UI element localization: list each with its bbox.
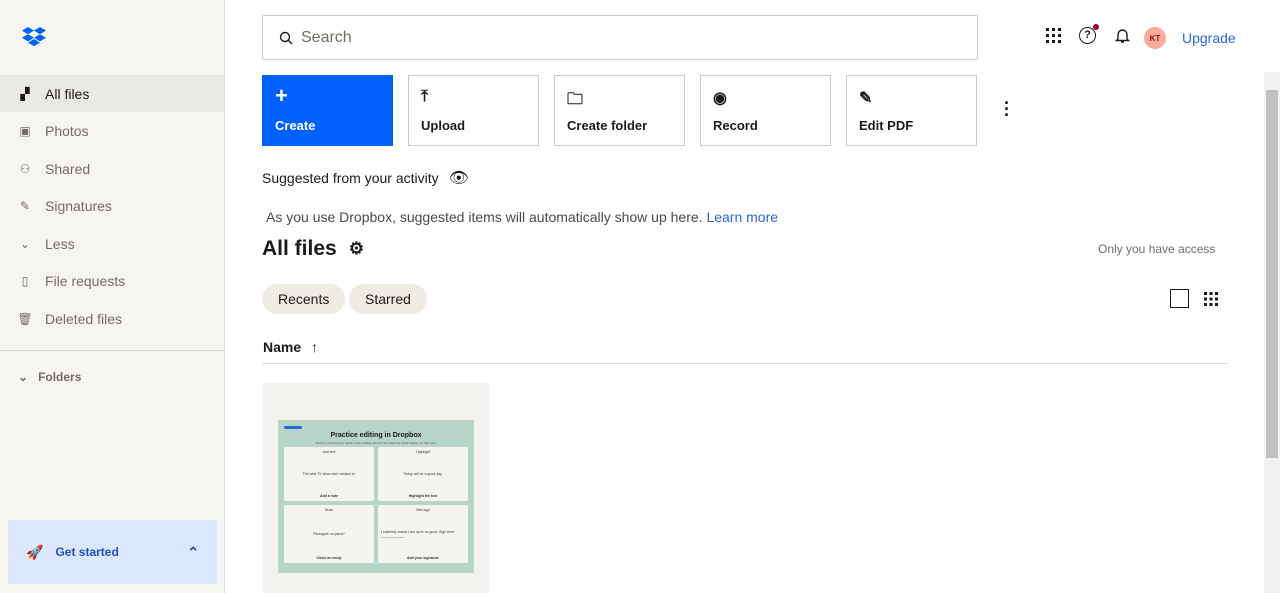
sidebar-item-all-files[interactable]: ▞ All files xyxy=(0,75,224,112)
suggested-title: Suggested from your activity xyxy=(262,170,439,186)
preview-cell: Highlight Today will be a good day. Highli… xyxy=(378,447,468,501)
preview-cell: Draw Pineapple on pizza? Circle an emoji xyxy=(284,505,374,563)
all-files-icon: ▞ xyxy=(20,86,30,101)
preview-cell: Add text The best TV show ever created is… xyxy=(284,447,374,501)
edit-pdf-button[interactable]: ✎ Edit PDF xyxy=(846,75,977,146)
record-button[interactable]: ◉ Record xyxy=(700,75,831,146)
cell-footer: Add your signature xyxy=(406,556,440,560)
sidebar: ▞ All files ▣ Photos ⚇ Shared ✎ Signatures ⌄… xyxy=(0,0,225,593)
photo-icon: ▣ xyxy=(19,123,31,138)
cell-tag: Draw xyxy=(324,508,334,512)
search-bar[interactable] xyxy=(262,15,978,60)
rocket-icon: 🚀 xyxy=(26,543,44,560)
bell-icon[interactable] xyxy=(1115,28,1130,44)
sidebar-item-label: All files xyxy=(45,85,90,102)
suggested-text: As you use Dropbox, suggested items will… xyxy=(266,209,703,225)
upgrade-link[interactable]: Upgrade xyxy=(1182,30,1236,46)
more-options-icon[interactable]: · · · xyxy=(1002,94,1012,124)
folders-label: Folders xyxy=(38,370,82,384)
sidebar-item-deleted-files[interactable]: 🗑 Deleted files xyxy=(0,300,224,337)
cell-tag: Highlight xyxy=(416,450,430,454)
chevron-down-icon: ⌄ xyxy=(19,236,31,251)
cell-text: I solemnly swear I am up to no good. Sig… xyxy=(381,530,456,538)
cell-tag: Add text xyxy=(322,450,336,454)
chevron-up-icon: ⌃ xyxy=(187,543,199,560)
tab-starred[interactable]: Starred xyxy=(349,284,427,314)
sidebar-item-label: Signatures xyxy=(45,197,112,214)
create-folder-button[interactable]: 🗀 Create folder xyxy=(554,75,685,146)
suggested-header: Suggested from your activity 👁 xyxy=(262,168,469,188)
tab-recents[interactable]: Recents xyxy=(262,284,346,314)
file-request-icon: ▯ xyxy=(21,273,29,288)
trash-icon: 🗑 xyxy=(17,311,33,326)
suggested-message: As you use Dropbox, suggested items will… xyxy=(266,209,778,225)
preview-cell: Self-sign I solemnly swear I am up to no … xyxy=(378,505,468,563)
file-thumbnail: Practice editing in Dropbox Start by cho… xyxy=(278,420,474,573)
preview-subtitle: Start by choosing any option in the tool… xyxy=(315,441,437,445)
upload-button[interactable]: ⤒ Upload xyxy=(408,75,539,146)
cell-text: Today will be a good day. xyxy=(403,472,443,476)
page-title: All files ⚙ xyxy=(262,237,364,261)
cell-text: The best TV show ever created is: xyxy=(302,472,356,476)
cell-footer: Circle an emoji xyxy=(316,556,342,560)
search-input[interactable] xyxy=(301,28,901,47)
notification-dot xyxy=(1093,24,1099,30)
app-grid-icon[interactable] xyxy=(1046,28,1061,43)
cell-text: Pineapple on pizza? xyxy=(313,532,345,536)
create-folder-label: Create folder xyxy=(567,118,648,133)
sidebar-item-signatures[interactable]: ✎ Signatures xyxy=(0,187,224,224)
sidebar-item-shared[interactable]: ⚇ Shared xyxy=(0,150,224,187)
sidebar-item-photos[interactable]: ▣ Photos xyxy=(0,112,224,149)
sidebar-item-label: File requests xyxy=(45,272,126,289)
shared-icon: ⚇ xyxy=(19,161,31,176)
create-button[interactable]: + Create xyxy=(262,75,393,146)
upload-label: Upload xyxy=(421,118,466,133)
pencil-icon: ✎ xyxy=(859,90,873,107)
sidebar-divider xyxy=(0,350,224,351)
eye-icon[interactable]: 👁 xyxy=(449,168,469,188)
edit-pdf-label: Edit PDF xyxy=(859,118,914,133)
sidebar-item-label: Photos xyxy=(45,122,89,139)
get-started-label: Get started xyxy=(55,545,119,559)
grid-view-icon[interactable] xyxy=(1204,292,1224,312)
help-icon[interactable]: ? xyxy=(1079,24,1099,44)
cell-footer: Add a note xyxy=(319,494,339,498)
preview-badge xyxy=(284,426,302,429)
sidebar-item-label: Less xyxy=(45,235,75,252)
get-started-button[interactable]: 🚀 Get started ⌃ xyxy=(8,520,217,584)
name-column-header[interactable]: Name ↑ xyxy=(263,339,318,355)
folders-toggle[interactable]: ⌄ Folders xyxy=(18,370,81,384)
sidebar-item-label: Shared xyxy=(45,160,91,177)
scrollbar-thumb[interactable] xyxy=(1266,90,1278,458)
folder-plus-icon: 🗀 xyxy=(567,91,584,108)
record-label: Record xyxy=(713,118,758,133)
create-label: Create xyxy=(275,118,316,133)
sidebar-item-file-requests[interactable]: ▯ File requests xyxy=(0,262,224,299)
access-label: Only you have access xyxy=(1098,242,1216,256)
list-view-icon[interactable] xyxy=(1170,289,1189,308)
page-title-text: All files xyxy=(262,237,337,260)
upload-icon: ⤒ xyxy=(421,88,429,105)
header-divider xyxy=(262,363,1227,364)
search-icon xyxy=(279,31,293,44)
chevron-down-icon: ⌄ xyxy=(18,370,29,384)
avatar[interactable]: KT xyxy=(1144,27,1166,49)
preview-title: Practice editing in Dropbox xyxy=(330,432,422,439)
dropbox-logo-icon[interactable] xyxy=(22,27,46,52)
file-card[interactable]: Practice editing in Dropbox Start by cho… xyxy=(263,383,489,593)
sidebar-item-less[interactable]: ⌄ Less xyxy=(0,225,224,262)
scrollbar[interactable] xyxy=(1264,72,1280,593)
name-column-label: Name xyxy=(263,339,302,355)
gear-icon[interactable]: ⚙ xyxy=(349,239,364,259)
cell-footer: Highlight the text xyxy=(408,494,438,498)
signature-icon: ✎ xyxy=(19,198,31,213)
sidebar-item-label: Deleted files xyxy=(45,310,123,327)
plus-icon: + xyxy=(275,83,288,108)
record-icon: ◉ xyxy=(713,90,727,107)
arrow-up-icon: ↑ xyxy=(311,339,319,355)
cell-tag: Self-sign xyxy=(416,508,430,512)
learn-more-link[interactable]: Learn more xyxy=(706,209,778,225)
